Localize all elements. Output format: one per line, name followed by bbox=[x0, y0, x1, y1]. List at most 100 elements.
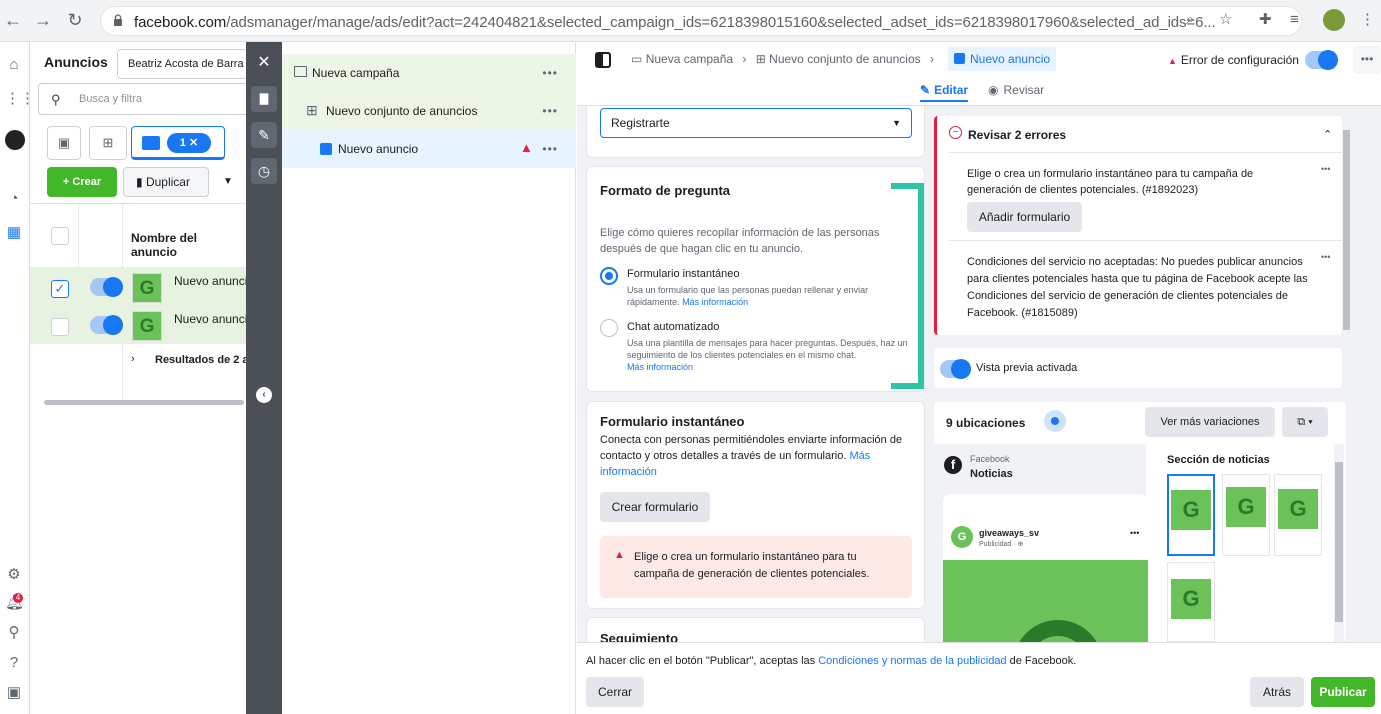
account-selector[interactable]: Beatriz Acosta de Barra bbox=[117, 49, 246, 79]
address-bar[interactable]: facebook.com/adsmanager/manage/ads/edit?… bbox=[100, 6, 1302, 36]
home-icon[interactable]: ⌂ bbox=[5, 56, 23, 74]
back-icon[interactable]: ← bbox=[2, 10, 24, 30]
report-icon[interactable]: ▣ bbox=[5, 684, 23, 702]
more-info-link[interactable]: Más información bbox=[627, 362, 693, 372]
terms-link[interactable]: Condiciones y normas de la publicidad bbox=[818, 655, 1006, 667]
table-row[interactable]: ✓ G Nuevo anuncio bbox=[30, 268, 246, 306]
menu-icon[interactable]: ⋮ bbox=[1360, 10, 1375, 30]
close-button[interactable]: Cerrar bbox=[586, 677, 644, 707]
more-variations-button[interactable]: Ver más variaciones bbox=[1145, 407, 1275, 437]
select-all-checkbox[interactable] bbox=[51, 227, 69, 245]
star-icon[interactable]: ☆ bbox=[1219, 10, 1232, 30]
tab-review[interactable]: ◉ Revisar bbox=[988, 83, 1044, 97]
media-icon[interactable]: ≡ bbox=[1290, 10, 1299, 30]
chevron-down-icon[interactable]: ▼ bbox=[213, 167, 243, 197]
question-format-card: Formato de pregunta Elige cómo quieres r… bbox=[586, 166, 925, 392]
review-column: − Revisar 2 errores ⌃ Elige o crea un fo… bbox=[934, 106, 1351, 642]
config-error-label: ▲ Error de configuración bbox=[1168, 53, 1299, 67]
ad-icon bbox=[320, 143, 332, 155]
pencil-icon[interactable]: ✎ bbox=[251, 122, 277, 148]
grid-icon[interactable]: ⋮⋮ bbox=[5, 90, 35, 108]
campaigns-tab[interactable]: ▣ bbox=[47, 126, 81, 160]
ad-preview-card[interactable]: G giveaways_sv Publicidad · ⊕ ••• bbox=[943, 494, 1148, 642]
avatar[interactable] bbox=[5, 130, 25, 150]
chart-icon[interactable]: ▇ bbox=[251, 86, 277, 112]
preview-toggle[interactable] bbox=[940, 359, 971, 379]
close-icon[interactable]: ✕ bbox=[251, 50, 277, 76]
tree-item-adset[interactable]: ⊞ Nuevo conjunto de anuncios ••• bbox=[282, 92, 576, 130]
profile-icon[interactable] bbox=[1323, 9, 1345, 31]
selection-chip[interactable]: 1 ✕ bbox=[167, 133, 211, 153]
warning-icon: ▲ bbox=[614, 549, 625, 561]
search-icon[interactable]: ⚲ bbox=[5, 624, 23, 642]
ad-name[interactable]: Nuevo anuncio bbox=[174, 312, 246, 326]
clock-icon[interactable]: ◷ bbox=[251, 158, 277, 184]
ads-table: Nombre del anuncio ✓ G Nuevo anuncio G N… bbox=[30, 203, 246, 404]
help-icon[interactable]: ? bbox=[5, 654, 23, 672]
tree-item-ad[interactable]: Nuevo anuncio ▲ ••• bbox=[282, 130, 576, 168]
editor-header: ▭ Nueva campaña › ⊞ Nuevo conjunto de an… bbox=[577, 42, 1381, 106]
warning-icon: ▲ bbox=[1168, 56, 1177, 66]
more-icon[interactable]: ••• bbox=[542, 104, 558, 118]
placement-thumb[interactable]: G bbox=[1167, 562, 1215, 642]
forward-icon[interactable]: → bbox=[32, 10, 54, 30]
chevron-up-icon[interactable]: ⌃ bbox=[1323, 128, 1332, 141]
placement-label: Noticias bbox=[970, 468, 1013, 480]
row-toggle[interactable] bbox=[90, 315, 123, 335]
radio-instant-form[interactable] bbox=[600, 267, 618, 285]
more-icon[interactable]: ••• bbox=[1321, 164, 1330, 174]
open-preview-button[interactable]: ⧉ ▾ bbox=[1282, 407, 1328, 437]
editor-footer: Al hacer clic en el botón "Publicar", ac… bbox=[577, 642, 1381, 714]
ad-status-toggle[interactable] bbox=[1305, 50, 1338, 70]
placement-thumb[interactable]: G bbox=[1167, 474, 1215, 556]
row-checkbox[interactable] bbox=[51, 318, 69, 336]
back-button[interactable]: Atrás bbox=[1250, 677, 1304, 707]
placement-thumb[interactable]: G bbox=[1222, 474, 1270, 556]
create-form-button[interactable]: Crear formulario bbox=[600, 492, 710, 522]
row-checkbox[interactable]: ✓ bbox=[51, 280, 69, 298]
more-icon[interactable]: ••• bbox=[1321, 252, 1330, 262]
section-title: Formulario instantáneo bbox=[600, 414, 745, 429]
tree-item-campaign[interactable]: Nueva campaña ••• bbox=[282, 54, 576, 92]
zoom-icon[interactable]: ⌕ bbox=[1186, 10, 1194, 30]
ad-image bbox=[943, 560, 1148, 642]
chevron-right-icon[interactable]: › bbox=[131, 353, 135, 365]
more-icon[interactable]: ••• bbox=[542, 142, 558, 156]
ad-name[interactable]: Nuevo anuncio bbox=[174, 274, 246, 288]
annotation-bracket bbox=[891, 183, 924, 389]
adsets-tab[interactable]: ⊞ bbox=[89, 126, 127, 160]
adset-icon: ⊞ bbox=[755, 52, 766, 66]
more-info-link[interactable]: Más información bbox=[682, 297, 748, 307]
reload-icon[interactable]: ↻ bbox=[64, 10, 86, 30]
tab-edit[interactable]: ✎ Editar bbox=[920, 83, 969, 102]
column-header-name[interactable]: Nombre del anuncio bbox=[131, 231, 246, 259]
publish-button[interactable]: Publicar bbox=[1311, 677, 1375, 707]
breadcrumb-campaign[interactable]: Nueva campaña bbox=[646, 52, 733, 66]
table-icon[interactable]: ▦ bbox=[5, 224, 23, 242]
review-scrollbar[interactable] bbox=[1342, 116, 1351, 642]
more-icon[interactable]: ••• bbox=[1353, 46, 1381, 74]
placement-thumb[interactable]: G bbox=[1274, 474, 1322, 556]
breadcrumb-adset[interactable]: Nuevo conjunto de anuncios bbox=[769, 52, 920, 66]
ad-editor: ▭ Nueva campaña › ⊞ Nuevo conjunto de an… bbox=[577, 42, 1381, 714]
more-icon[interactable]: ••• bbox=[542, 66, 558, 80]
row-toggle[interactable] bbox=[90, 277, 123, 297]
extensions-icon[interactable]: ✚ bbox=[1259, 10, 1272, 30]
create-button[interactable]: + Crear bbox=[47, 167, 117, 197]
horizontal-scrollbar[interactable] bbox=[44, 400, 244, 405]
settings-icon[interactable]: ⚙ bbox=[5, 566, 23, 584]
search-input[interactable]: ⚲ Busca y filtra bbox=[38, 83, 246, 115]
breadcrumb-ad[interactable]: Nuevo anuncio bbox=[948, 47, 1057, 71]
cta-select[interactable]: Registrarte ▼ bbox=[600, 108, 912, 138]
collapse-icon[interactable]: ‹ bbox=[256, 387, 272, 403]
panel-toggle-icon[interactable] bbox=[595, 52, 611, 68]
duplicate-button[interactable]: ▮ Duplicar bbox=[123, 167, 209, 197]
preview-feed-area: f Facebook Noticias G giveaways_sv Publi… bbox=[934, 444, 1148, 642]
table-header: Nombre del anuncio bbox=[30, 203, 246, 404]
form-error-text: Elige o crea un formulario instantáneo p… bbox=[634, 551, 870, 580]
preview-toggle-bar: Vista previa activada bbox=[934, 348, 1342, 388]
dashboard-icon[interactable]: ◔ bbox=[5, 190, 23, 208]
add-form-button[interactable]: Añadir formulario bbox=[967, 202, 1082, 232]
radio-automated-chat[interactable] bbox=[600, 319, 618, 337]
table-row[interactable]: G Nuevo anuncio bbox=[30, 306, 246, 344]
